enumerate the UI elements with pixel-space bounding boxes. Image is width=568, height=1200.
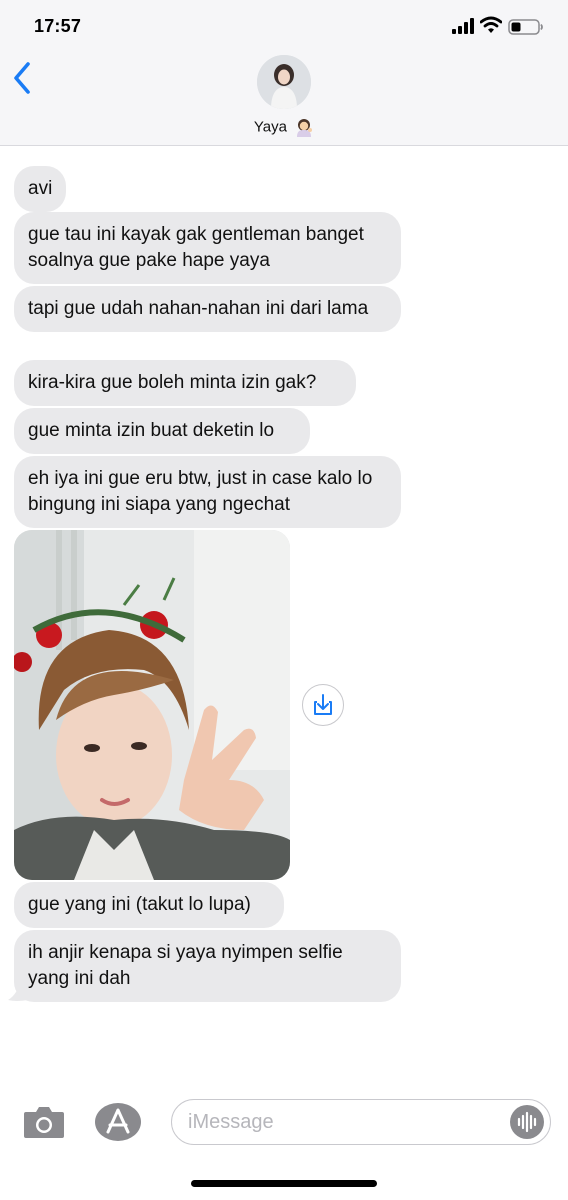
woman-tipping-hand-emoji-icon bbox=[297, 119, 313, 137]
message-bubble[interactable]: eh iya ini gue eru btw, just in case kal… bbox=[14, 456, 401, 528]
message-input-placeholder: iMessage bbox=[188, 1111, 274, 1133]
contact-avatar[interactable] bbox=[257, 55, 311, 109]
message-bubble[interactable]: tapi gue udah nahan-nahan ini dari lama bbox=[14, 286, 401, 332]
message-text: tapi gue udah nahan-nahan ini dari lama bbox=[28, 298, 369, 319]
back-chevron-icon[interactable] bbox=[8, 58, 38, 98]
message-text: gue tau ini kayak gak gentleman banget s… bbox=[28, 224, 364, 271]
message-bubble[interactable]: gue tau ini kayak gak gentleman banget s… bbox=[14, 212, 401, 284]
save-download-icon bbox=[314, 694, 332, 715]
battery-icon bbox=[508, 19, 543, 35]
message-text: gue yang ini (takut lo lupa) bbox=[28, 894, 251, 915]
audio-message-button[interactable] bbox=[510, 1105, 544, 1139]
message-bubble[interactable]: kira-kira gue boleh minta izin gak? bbox=[14, 360, 356, 406]
message-bubble[interactable]: ih anjir kenapa si yaya nyimpen selfie y… bbox=[14, 930, 401, 1002]
message-text: kira-kira gue boleh minta izin gak? bbox=[28, 372, 317, 393]
status-bar: 17:57 bbox=[0, 0, 568, 50]
message-text: ih anjir kenapa si yaya nyimpen selfie y… bbox=[28, 942, 343, 989]
message-text: gue minta izin buat deketin lo bbox=[28, 420, 275, 441]
cellular-signal-icon bbox=[452, 18, 474, 34]
message-text: avi bbox=[28, 178, 53, 199]
app-store-icon[interactable] bbox=[94, 1102, 142, 1142]
message-bubble[interactable]: avi bbox=[14, 166, 67, 212]
camera-icon[interactable] bbox=[22, 1104, 66, 1140]
message-bubble[interactable]: gue yang ini (takut lo lupa) bbox=[14, 882, 284, 928]
photo-message[interactable] bbox=[14, 530, 290, 880]
message-bubble[interactable]: gue minta izin buat deketin lo bbox=[14, 408, 310, 454]
status-time: 17:57 bbox=[34, 16, 82, 36]
selfie-photo bbox=[14, 530, 290, 880]
home-indicator bbox=[191, 1180, 377, 1187]
save-download-button[interactable] bbox=[302, 684, 344, 726]
message-text: eh iya ini gue eru btw, just in case kal… bbox=[28, 468, 373, 515]
message-input[interactable]: iMessage bbox=[171, 1099, 551, 1145]
audio-waveform-icon bbox=[517, 1111, 537, 1133]
wifi-icon bbox=[480, 16, 502, 33]
contact-name-label: Yaya bbox=[253, 118, 287, 136]
contact-name[interactable]: Yaya bbox=[0, 117, 568, 137]
